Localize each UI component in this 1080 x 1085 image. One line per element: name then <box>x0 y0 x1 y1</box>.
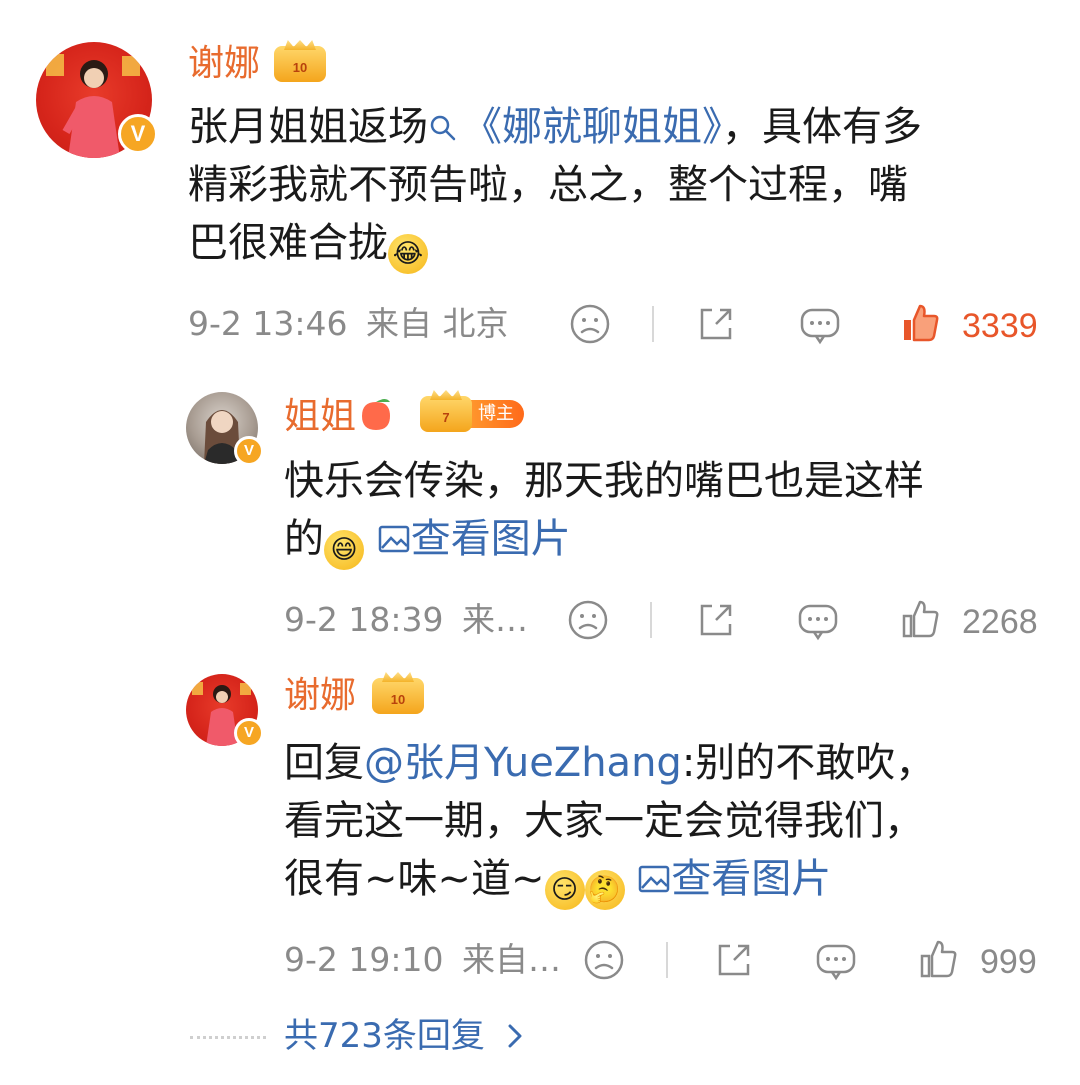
reply-author-name[interactable]: 姐姐 <box>284 394 396 437</box>
comment-text-rest: ，具体有多 <box>722 104 922 150</box>
like-count: 3339 <box>962 307 1038 345</box>
reply-text: 快乐会传染，那天我的嘴巴也是这样 的 😄 查看图片 <box>284 452 1064 570</box>
comment-text-line-2: 精彩我就不预告啦，总之，整个过程，嘴 <box>188 162 908 208</box>
reply-text-line-3: 很有~味~道~ 😏 🤔 查看图片 <box>284 850 1064 910</box>
reply-text: 回复@张月YueZhang:别的不敢吹， 看完这一期，大家一定会觉得我们， 很有… <box>284 734 1064 910</box>
comment-icon[interactable] <box>814 938 858 982</box>
reply-meta: 9-2 18:39 来… <box>284 600 528 640</box>
verified-badge-icon: V <box>118 114 158 154</box>
verified-badge-icon: V <box>234 436 264 466</box>
grinning-emoji-icon: 😄 <box>324 530 364 570</box>
view-all-replies-link[interactable]: 共723条回复 <box>284 1016 528 1056</box>
comment-text-line-3-text: 巴很难合拢 <box>188 220 388 266</box>
comment-text-prefix: 张月姐姐返场 <box>188 104 428 150</box>
member-level-badge: 10 <box>372 678 424 714</box>
comment-author-name[interactable]: 谢娜 <box>188 44 260 84</box>
thumbs-up-icon[interactable] <box>916 938 960 982</box>
role-tag: 博主 <box>466 400 524 428</box>
comment-text: 张月姐姐返场 《娜就聊姐姐》，具体有多 精彩我就不预告啦，总之，整个过程，嘴 巴很… <box>188 98 1058 274</box>
reply-meta: 9-2 19:10 来自… <box>284 940 561 980</box>
view-image-link[interactable]: 查看图片 <box>377 516 571 562</box>
reply-date: 9-2 <box>284 940 338 979</box>
comment-meta: 9-2 13:46 来自 北京 <box>188 304 509 344</box>
crown-icon: 10 <box>274 46 326 82</box>
search-icon <box>430 115 456 141</box>
dislike-face-icon[interactable] <box>582 938 626 982</box>
verified-badge-icon: V <box>234 718 264 748</box>
crown-icon: 10 <box>372 678 424 714</box>
reply-source: 来自… <box>462 940 562 979</box>
reply-text-line-1: 回复@张月YueZhang:别的不敢吹， <box>284 734 1064 792</box>
mention-link[interactable]: @张月YueZhang <box>364 740 682 786</box>
reply-text-line-1: 快乐会传染，那天我的嘴巴也是这样 <box>284 458 924 504</box>
share-icon[interactable] <box>712 938 756 982</box>
comment-icon[interactable] <box>796 598 840 642</box>
total-replies-text: 共723条回复 <box>284 1016 485 1056</box>
share-icon[interactable] <box>694 302 738 346</box>
comment-date: 9-2 <box>188 304 242 343</box>
reply-text-line-2-text: 的 <box>284 516 324 562</box>
reply-author-name[interactable]: 谢娜 <box>284 676 356 716</box>
dotted-separator <box>190 1036 266 1039</box>
avatar[interactable]: V <box>186 674 264 748</box>
comment-icon[interactable] <box>798 302 842 346</box>
view-image-text: 查看图片 <box>410 516 571 562</box>
view-image-text: 查看图片 <box>671 856 832 902</box>
chevron-right-icon <box>508 1024 522 1048</box>
view-image-link[interactable]: 查看图片 <box>637 856 831 902</box>
comment-time: 13:46 <box>252 304 348 343</box>
divider <box>652 306 654 342</box>
reply-prefix: 回复 <box>284 740 364 786</box>
avatar[interactable]: V <box>186 392 264 466</box>
divider <box>650 602 652 638</box>
comment-text-line-3: 巴很难合拢 😂 <box>188 214 1058 274</box>
reply-author-name-text: 姐姐 <box>284 396 357 437</box>
laughing-tears-emoji-icon: 😂 <box>388 234 428 274</box>
smirk-emoji-icon: 😏 <box>544 870 585 910</box>
image-icon <box>378 525 409 553</box>
divider <box>666 942 668 978</box>
reply-text-rest: :别的不敢吹， <box>681 740 936 786</box>
like-count: 2268 <box>962 603 1038 641</box>
image-icon <box>639 865 670 893</box>
dislike-face-icon[interactable] <box>566 598 610 642</box>
share-icon[interactable] <box>694 598 738 642</box>
thinking-emoji-icon: 🤔 <box>584 870 625 910</box>
comment-source: 来自 北京 <box>366 304 509 343</box>
member-level-badge: 10 <box>274 46 326 82</box>
reply-source: 来… <box>462 600 529 639</box>
reply-time: 19:10 <box>348 940 444 979</box>
avatar[interactable]: V <box>36 42 158 158</box>
topic-link[interactable]: 《娜就聊姐姐》 <box>428 104 722 150</box>
like-count: 999 <box>980 943 1037 981</box>
thumbs-up-filled-icon[interactable] <box>898 302 942 346</box>
reply-text-line-2: 的 😄 查看图片 <box>284 510 1064 570</box>
comment-text-line-1: 张月姐姐返场 《娜就聊姐姐》，具体有多 <box>188 98 1058 156</box>
reply-time: 18:39 <box>348 600 444 639</box>
thumbs-up-icon[interactable] <box>898 598 942 642</box>
reply-text-line-3-text: 很有~味~道~ <box>284 856 545 902</box>
crown-icon: 7 <box>420 396 472 432</box>
dislike-face-icon[interactable] <box>568 302 612 346</box>
member-level-badge: 7 博主 <box>420 396 524 432</box>
reply-date: 9-2 <box>284 600 338 639</box>
peach-emoji-icon <box>362 399 391 430</box>
reply-text-line-2: 看完这一期，大家一定会觉得我们， <box>284 798 924 844</box>
topic-link-text: 《娜就聊姐姐》 <box>462 104 722 150</box>
